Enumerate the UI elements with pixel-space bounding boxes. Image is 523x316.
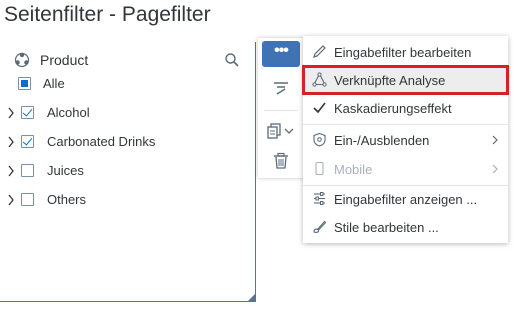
dimension-icon — [14, 52, 30, 68]
menu-item-label: Kaskadierungseffekt — [334, 101, 452, 116]
paint-brush-icon — [313, 220, 327, 233]
menu-item-edit-input-filter[interactable]: Eingabefilter bearbeiten — [303, 38, 508, 66]
mobile-icon — [315, 161, 324, 176]
pencil-icon — [313, 45, 326, 58]
chevron-right-icon[interactable] — [7, 194, 15, 206]
chevron-down-icon[interactable] — [284, 126, 294, 136]
checkbox-carbonated-drinks[interactable] — [21, 135, 34, 148]
chevron-right-icon — [492, 164, 498, 174]
filter-item-others[interactable]: Others — [0, 189, 250, 211]
menu-item-label: Ein-/Ausblenden — [334, 133, 430, 148]
menu-item-linked-analysis[interactable]: Verknüpfte Analyse — [302, 65, 509, 95]
checkmark-icon — [313, 102, 326, 114]
filter-item-alcohol[interactable]: Alcohol — [0, 102, 250, 124]
filter-item-juices[interactable]: Juices — [0, 160, 250, 182]
chevron-right-icon — [492, 135, 498, 145]
checkbox-alcohol[interactable] — [21, 106, 34, 119]
input-filter-panel[interactable]: Product Alle Alcohol Carbonated Drinks J… — [0, 42, 256, 302]
filter-item-label: Others — [47, 192, 87, 207]
menu-item-label: Eingabefilter anzeigen ... — [334, 192, 478, 207]
dimension-title: Product — [40, 52, 89, 68]
trash-icon[interactable] — [272, 152, 290, 170]
menu-item-edit-styles[interactable]: Stile bearbeiten ... — [303, 213, 508, 241]
copy-icon[interactable] — [266, 122, 284, 140]
menu-item-cascading-effect[interactable]: Kaskadierungseffekt — [303, 94, 508, 122]
menu-item-label: Eingabefilter bearbeiten — [334, 45, 472, 60]
search-icon[interactable] — [224, 52, 240, 68]
context-menu: Eingabefilter bearbeiten Verknüpfte Anal… — [302, 36, 509, 243]
page-title: Seitenfilter - Pagefilter — [4, 3, 211, 26]
menu-item-label: Mobile — [334, 162, 373, 177]
filter-settings-icon — [314, 192, 325, 205]
checkbox-others[interactable] — [21, 193, 34, 206]
filter-item-all[interactable]: Alle — [0, 73, 250, 95]
widget-toolbar: ••• — [258, 38, 304, 178]
filter-item-carbonated-drinks[interactable]: Carbonated Drinks — [0, 131, 250, 153]
filter-item-label: Alle — [43, 76, 65, 91]
menu-item-label: Stile bearbeiten ... — [334, 220, 439, 235]
chevron-right-icon[interactable] — [7, 107, 15, 119]
resize-handle-icon[interactable] — [248, 294, 255, 301]
menu-divider — [303, 124, 508, 125]
chevron-right-icon[interactable] — [7, 165, 15, 177]
linked-analysis-icon — [312, 72, 327, 87]
menu-item-show-input-filter[interactable]: Eingabefilter anzeigen ... — [303, 185, 508, 213]
filter-item-label: Juices — [47, 163, 84, 178]
show-hide-icon — [313, 132, 326, 147]
menu-item-mobile: Mobile — [303, 155, 508, 183]
filter-edit-icon[interactable] — [272, 80, 290, 98]
menu-item-show-hide[interactable]: Ein-/Ausblenden — [303, 126, 508, 154]
toolbar-divider — [264, 110, 298, 111]
filter-item-label: Alcohol — [47, 105, 90, 120]
checkbox-juices[interactable] — [21, 164, 34, 177]
filter-header: Product — [14, 51, 244, 71]
checkbox-all[interactable] — [18, 77, 31, 90]
chevron-right-icon[interactable] — [7, 136, 15, 148]
more-actions-button[interactable]: ••• — [262, 41, 300, 67]
menu-item-label: Verknüpfte Analyse — [334, 73, 446, 88]
filter-item-label: Carbonated Drinks — [47, 134, 156, 149]
